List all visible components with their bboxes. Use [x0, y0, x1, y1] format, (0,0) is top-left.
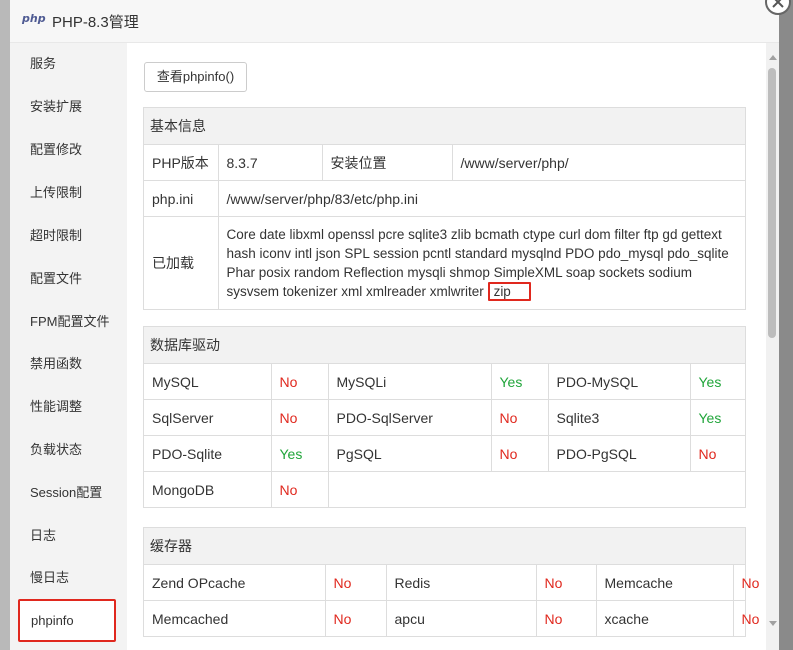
cache-status: No — [324, 600, 387, 636]
driver-status: No — [689, 435, 745, 472]
sidebar-item-service[interactable]: 服务 — [18, 45, 116, 83]
driver-status: No — [270, 399, 329, 436]
install-path-value: /www/server/php/ — [451, 145, 745, 181]
driver-status: No — [270, 471, 329, 507]
sidebar-item-log[interactable]: 日志 — [18, 517, 116, 555]
cache-status: No — [535, 600, 597, 636]
php-version-label: PHP版本 — [144, 145, 219, 181]
driver-name: MySQLi — [327, 364, 492, 400]
driver-status: No — [270, 364, 329, 400]
cache-name: Memcache — [595, 565, 734, 601]
php-manager-dialog: php PHP-8.3管理 服务 安装扩展 配置修改 上传限制 超时限制 配置文… — [10, 0, 779, 650]
table-row: SqlServer No PDO-SqlServer No Sqlite3 Ye… — [144, 399, 745, 436]
cache-section: 缓存器 Zend OPcache No Redis No Memcache No… — [143, 527, 759, 637]
cache-name: apcu — [385, 600, 537, 636]
basic-info-title: 基本信息 — [144, 108, 745, 145]
cache-status: No — [324, 565, 387, 601]
php-logo-icon: php — [22, 12, 46, 25]
db-drivers-table: MySQL No MySQLi Yes PDO-MySQL Yes SqlSer… — [144, 364, 745, 507]
driver-name: MongoDB — [144, 471, 272, 507]
basic-info-section: 基本信息 PHP版本 8.3.7 安装位置 /www/server/php/ p… — [143, 107, 746, 310]
driver-name: PDO-SqlServer — [327, 399, 492, 436]
cache-table: Zend OPcache No Redis No Memcache No Mem… — [144, 565, 759, 636]
cache-name: xcache — [595, 600, 734, 636]
php-ini-label: php.ini — [144, 180, 219, 217]
sidebar-item-disabled-functions[interactable]: 禁用函数 — [18, 345, 116, 383]
driver-name: PDO-Sqlite — [144, 435, 272, 472]
cache-name: Redis — [385, 565, 537, 601]
sidebar-item-load-status[interactable]: 负载状态 — [18, 431, 116, 469]
driver-status: Yes — [689, 399, 745, 436]
cache-status: No — [535, 565, 597, 601]
basic-info-table: PHP版本 8.3.7 安装位置 /www/server/php/ php.in… — [144, 145, 745, 309]
empty-cell — [327, 471, 745, 507]
cache-title: 缓存器 — [144, 528, 745, 565]
table-row: PDO-Sqlite Yes PgSQL No PDO-PgSQL No — [144, 435, 745, 472]
php-ini-value: /www/server/php/83/etc/php.ini — [217, 180, 745, 217]
sidebar: 服务 安装扩展 配置修改 上传限制 超时限制 配置文件 FPM配置文件 禁用函数… — [10, 43, 127, 650]
table-row: Memcached No apcu No xcache No — [144, 600, 759, 636]
cache-status: No — [732, 600, 759, 636]
php-version-value: 8.3.7 — [217, 145, 323, 181]
sidebar-item-config-edit[interactable]: 配置修改 — [18, 131, 116, 169]
driver-name: MySQL — [144, 364, 272, 400]
driver-name: SqlServer — [144, 399, 272, 436]
install-path-label: 安装位置 — [321, 145, 453, 181]
dialog-header: php PHP-8.3管理 — [10, 0, 779, 43]
loaded-extensions: Core date libxml openssl pcre sqlite3 zl… — [217, 216, 745, 309]
table-row: php.ini /www/server/php/83/etc/php.ini — [144, 180, 745, 217]
scroll-thumb[interactable] — [768, 68, 776, 338]
sidebar-item-upload-limit[interactable]: 上传限制 — [18, 174, 116, 212]
sidebar-item-timeout-limit[interactable]: 超时限制 — [18, 217, 116, 255]
close-icon — [772, 0, 784, 8]
driver-name: PDO-MySQL — [547, 364, 691, 400]
cache-name: Memcached — [144, 600, 326, 636]
sidebar-item-fpm-config-file[interactable]: FPM配置文件 — [18, 303, 116, 341]
cache-status: No — [732, 565, 759, 601]
table-row: 已加载 Core date libxml openssl pcre sqlite… — [144, 216, 745, 309]
background-page-edge — [0, 0, 10, 650]
sidebar-item-session-config[interactable]: Session配置 — [18, 474, 116, 512]
loaded-extensions-list: Core date libxml openssl pcre sqlite3 zl… — [226, 227, 729, 299]
dialog-title: PHP-8.3管理 — [52, 14, 139, 31]
table-row: PHP版本 8.3.7 安装位置 /www/server/php/ — [144, 145, 745, 181]
driver-status: No — [490, 435, 549, 472]
driver-status: Yes — [689, 364, 745, 400]
scroll-up-arrow-icon[interactable] — [769, 55, 777, 60]
db-drivers-title: 数据库驱动 — [144, 327, 745, 364]
sidebar-item-performance-tuning[interactable]: 性能调整 — [18, 388, 116, 426]
table-row: Zend OPcache No Redis No Memcache No — [144, 565, 759, 601]
vertical-scrollbar[interactable] — [766, 43, 779, 650]
sidebar-item-slow-log[interactable]: 慢日志 — [18, 559, 116, 597]
driver-status: Yes — [270, 435, 329, 472]
view-phpinfo-button[interactable]: 查看phpinfo() — [144, 62, 247, 92]
zip-extension-highlight: zip — [487, 282, 531, 301]
driver-name: Sqlite3 — [547, 399, 691, 436]
sidebar-item-config-file[interactable]: 配置文件 — [18, 260, 116, 298]
driver-name: PDO-PgSQL — [547, 435, 691, 472]
sidebar-item-install-extensions[interactable]: 安装扩展 — [18, 88, 116, 126]
table-row: MongoDB No — [144, 471, 745, 507]
scroll-down-arrow-icon[interactable] — [769, 621, 777, 626]
driver-status: No — [490, 399, 549, 436]
db-drivers-section: 数据库驱动 MySQL No MySQLi Yes PDO-MySQL Yes … — [143, 326, 746, 508]
driver-name: PgSQL — [327, 435, 492, 472]
table-row: MySQL No MySQLi Yes PDO-MySQL Yes — [144, 364, 745, 400]
cache-name: Zend OPcache — [144, 565, 326, 601]
driver-status: Yes — [490, 364, 549, 400]
loaded-label: 已加载 — [144, 216, 219, 309]
sidebar-item-phpinfo[interactable]: phpinfo — [18, 599, 116, 642]
main-content: 查看phpinfo() 基本信息 PHP版本 8.3.7 安装位置 /www/s… — [127, 43, 765, 650]
